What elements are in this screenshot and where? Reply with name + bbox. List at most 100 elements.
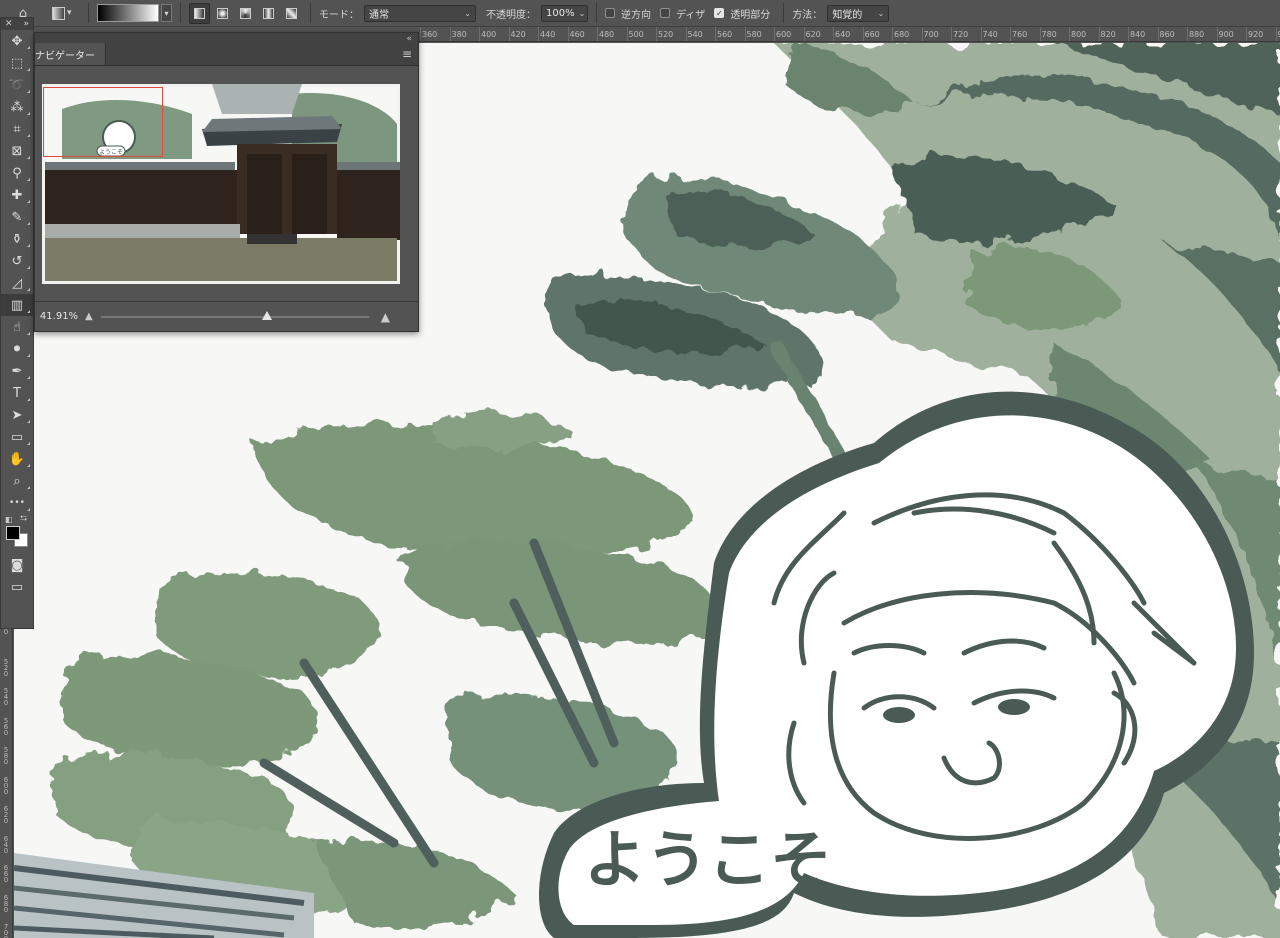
gradient-preview[interactable] [97, 4, 159, 22]
marquee-tool-icon: ⬚ [10, 55, 24, 71]
zoom-out-icon[interactable]: ▲ [85, 311, 93, 322]
swap-colors-icon[interactable]: ⮀ [20, 514, 27, 524]
gradient-tool-icon: ▥ [10, 297, 24, 313]
zoom-slider-handle[interactable] [261, 310, 272, 320]
ruler-tick-label: 600 [3, 775, 9, 796]
eraser-tool-button[interactable]: ◿ [1, 272, 33, 294]
eraser-tool-icon: ◿ [12, 275, 22, 291]
pen-tool-button[interactable]: ✒ [1, 360, 33, 382]
lasso-tool-button[interactable]: ➰ [1, 74, 33, 96]
angle-gradient-button[interactable] [235, 3, 256, 24]
eyedropper-tool-button[interactable]: ⚲ [1, 162, 33, 184]
close-icon[interactable]: ✕ [5, 19, 13, 29]
dither-checkbox[interactable]: ディザ [660, 6, 710, 21]
gradient-tool-preset-icon [52, 6, 65, 20]
quick-mask-button[interactable]: ◙ [1, 554, 33, 576]
brush-tool-icon: ✎ [11, 209, 23, 225]
crop-tool-button[interactable]: ⌗ [1, 118, 33, 140]
default-colors-icon[interactable]: ◧ [5, 515, 13, 524]
ruler-tick [715, 27, 716, 41]
ruler-tick-label: 720 [953, 30, 969, 39]
type-tool-icon: T [13, 385, 21, 401]
ruler-tick-label: 620 [805, 30, 821, 39]
path-select-tool-icon: ➤ [11, 407, 23, 423]
tool-list: ✥ ⬚ ➰ ⁂ ⌗ ⊠ ⚲ ✚ ✎ ⚱ ↺ ◿ ▥ ☝ ⚫ ✒ T ➤ ▭ ✋ ⌕ ••• [1, 30, 33, 514]
zoom-tool-button[interactable]: ⌕ [1, 470, 33, 492]
chevron-down-icon[interactable]: ⌄ [579, 9, 586, 18]
opacity-value: 100% [546, 7, 575, 19]
screen-mode-button[interactable]: ▭ [1, 576, 33, 598]
stamp-tool-button[interactable]: ⚱ [1, 228, 33, 250]
linear-gradient-button[interactable] [189, 2, 210, 24]
tools-panel-header[interactable]: ✕ » [1, 18, 33, 30]
type-tool-button[interactable]: T [1, 382, 33, 404]
transparency-checkbox[interactable]: ✓ 透明部分 [714, 6, 775, 21]
brush-tool-button[interactable]: ✎ [1, 206, 33, 228]
collapse-icon[interactable]: » [23, 19, 29, 29]
dodge-tool-button[interactable]: ⚫ [1, 338, 33, 360]
dither-label: ディザ [676, 9, 706, 21]
zoom-in-icon[interactable]: ▲ [381, 310, 390, 324]
diamond-gradient-icon [286, 7, 297, 19]
ruler-tick [980, 27, 982, 41]
chevron-down-icon[interactable]: ▾ [161, 4, 172, 22]
history-brush-tool-button[interactable]: ↺ [1, 250, 33, 272]
panel-menu-icon[interactable]: ≡ [402, 47, 418, 65]
ruler-tick-label: 640 [3, 834, 9, 855]
history-brush-tool-icon: ↺ [11, 253, 23, 269]
gradient-picker[interactable]: ▾ [97, 4, 172, 22]
ruler-tick-label: 580 [746, 30, 762, 39]
ruler-tick-label: 420 [510, 30, 526, 39]
quick-select-tool-button[interactable]: ⁂ [1, 96, 33, 118]
healing-brush-tool-button[interactable]: ✚ [1, 184, 33, 206]
frame-tool-button[interactable]: ⊠ [1, 140, 33, 162]
ruler-tick [862, 27, 864, 41]
opacity-field[interactable]: 100% ⌄ [541, 4, 588, 22]
marquee-tool-button[interactable]: ⬚ [1, 52, 33, 74]
navigator-view[interactable]: ようこそ [35, 70, 418, 298]
ruler-tick-label: 880 [1189, 30, 1205, 39]
ruler-tick-label: 820 [1100, 30, 1116, 39]
ruler-tick-label: 780 [1041, 30, 1057, 39]
ruler-tick [744, 27, 746, 41]
lasso-tool-icon: ➰ [8, 77, 26, 93]
color-swatches: ◧ ⮀ [1, 514, 33, 554]
reverse-checkbox[interactable]: 逆方向 [605, 6, 656, 21]
checkbox-icon[interactable] [605, 8, 615, 18]
mode-select[interactable]: 通常 ⌄ [364, 4, 476, 22]
radial-gradient-button[interactable] [212, 3, 233, 24]
zoom-level-field[interactable]: 41.91% [35, 308, 83, 326]
vertical-ruler[interactable]: 0 520 540 560 580 600 620 640 660 680 700 [0, 627, 13, 938]
divider [310, 3, 311, 23]
path-select-tool-button[interactable]: ➤ [1, 404, 33, 426]
collapse-icon[interactable]: « [406, 34, 412, 44]
chevron-down-icon: ⌄ [464, 8, 471, 18]
method-label: 方法： [792, 9, 823, 21]
navigator-view-frame[interactable] [43, 87, 163, 157]
diamond-gradient-button[interactable] [281, 3, 302, 24]
ruler-tick [420, 27, 421, 41]
checkmark-icon[interactable]: ✓ [714, 8, 725, 18]
checkbox-icon[interactable] [660, 8, 670, 18]
foreground-color-swatch[interactable] [6, 526, 20, 540]
ruler-tick-label: 600 [776, 30, 792, 39]
divider [783, 3, 785, 23]
more-tools-icon: ••• [9, 498, 25, 508]
hand-tool-button[interactable]: ✋ [1, 448, 33, 470]
rectangle-tool-button[interactable]: ▭ [1, 426, 33, 448]
ruler-tick [1246, 27, 1247, 41]
tab-navigator[interactable]: ナビゲーター [35, 43, 106, 65]
method-select[interactable]: 知覚的 ⌄ [827, 4, 890, 22]
smudge-tool-button[interactable]: ☝ [1, 316, 33, 338]
move-tool-button[interactable]: ✥ [1, 30, 33, 52]
ruler-tick [685, 27, 687, 41]
horizontal-ruler[interactable]: 360 380 400 420 440 460 480 500 520 540 560 580 600 6… [418, 27, 1280, 42]
chevron-down-icon: ⌄ [877, 8, 885, 18]
reflected-gradient-button[interactable] [258, 3, 279, 24]
gradient-tool-button[interactable]: ▥ [1, 294, 33, 316]
more-tools-button[interactable]: ••• [1, 492, 33, 514]
ruler-tick-label: 520 [3, 657, 9, 678]
zoom-slider[interactable] [100, 310, 369, 320]
opacity-label: 不透明度： [486, 9, 536, 21]
tool-preset-picker[interactable]: ▾ [52, 3, 80, 23]
